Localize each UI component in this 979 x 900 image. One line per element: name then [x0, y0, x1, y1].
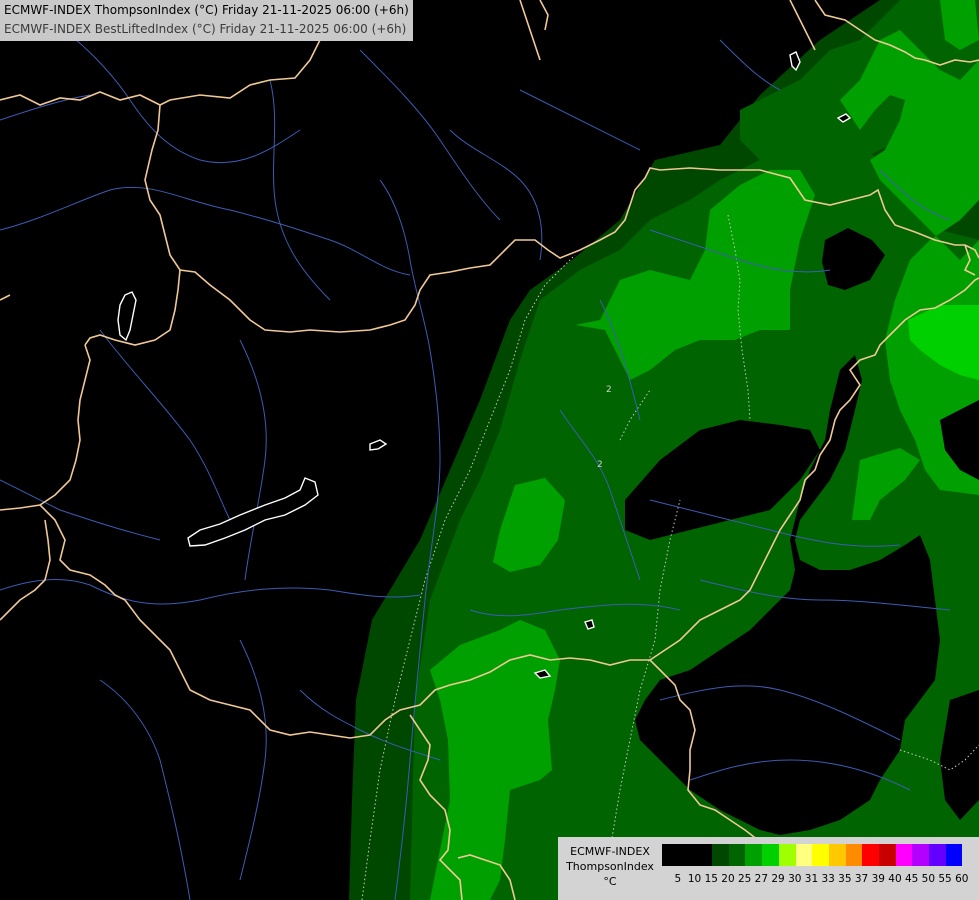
legend-swatch: [678, 844, 696, 866]
legend-tick-label: 15: [704, 873, 718, 885]
legend-tick-label: 30: [788, 873, 802, 885]
legend-tick-label: 37: [854, 873, 869, 885]
color-legend: ECMWF-INDEX ThompsonIndex °C 5 10 15 20 25 27…: [558, 837, 979, 900]
legend-swatch: [662, 844, 679, 866]
weather-map: 2 2: [0, 0, 979, 900]
legend-swatch: [845, 844, 863, 866]
legend-tick-label: 10: [687, 873, 702, 885]
legend-swatch: [762, 844, 779, 866]
legend-swatch: [895, 844, 913, 866]
legend-swatch: [828, 844, 846, 866]
legend-swatch: [695, 844, 713, 866]
legend-tick-label: 55: [938, 873, 952, 885]
legend-tick-label: 29: [771, 873, 785, 885]
legend-swatch: [945, 844, 963, 866]
legend-swatch: [795, 844, 813, 866]
legend-tick-label: 40: [888, 873, 902, 885]
contour-label: 2: [606, 385, 612, 395]
map-title-box: ECMWF-INDEX ThompsonIndex (°C) Friday 21…: [0, 0, 413, 41]
legend-tick-label: 39: [871, 873, 885, 885]
legend-tick-label: 25: [737, 873, 752, 885]
legend-tick-label: 45: [904, 873, 919, 885]
legend-title-line: °C: [603, 875, 617, 888]
legend-tick-label: 31: [804, 873, 819, 885]
legend-swatch: [812, 844, 829, 866]
legend-swatches: [662, 844, 963, 866]
legend-tick-label: 35: [838, 873, 852, 885]
legend-tick-label: 60: [955, 873, 969, 885]
legend-swatch: [728, 844, 746, 866]
legend-swatch: [862, 844, 879, 866]
legend-title-line: ECMWF-INDEX: [570, 845, 650, 858]
legend-tick-label: 20: [721, 873, 735, 885]
legend-swatch: [878, 844, 896, 866]
legend-title-line: ThompsonIndex: [566, 860, 654, 873]
legend-tick-label: 27: [754, 873, 769, 885]
legend-swatch: [778, 844, 796, 866]
legend-title: ECMWF-INDEX ThompsonIndex °C: [562, 844, 658, 889]
map-title-secondary: ECMWF-INDEX BestLiftedIndex (°C) Friday …: [4, 22, 407, 36]
legend-swatch: [745, 844, 763, 866]
legend-swatch: [912, 844, 929, 866]
legend-swatch: [712, 844, 729, 866]
legend-tick-label: 50: [921, 873, 936, 885]
legend-swatch: [929, 844, 946, 866]
legend-tick-label: 33: [821, 873, 835, 885]
map-title-primary: ECMWF-INDEX ThompsonIndex (°C) Friday 21…: [4, 3, 409, 17]
contour-label: 2: [597, 460, 603, 470]
legend-tick-label: 5: [674, 873, 682, 885]
